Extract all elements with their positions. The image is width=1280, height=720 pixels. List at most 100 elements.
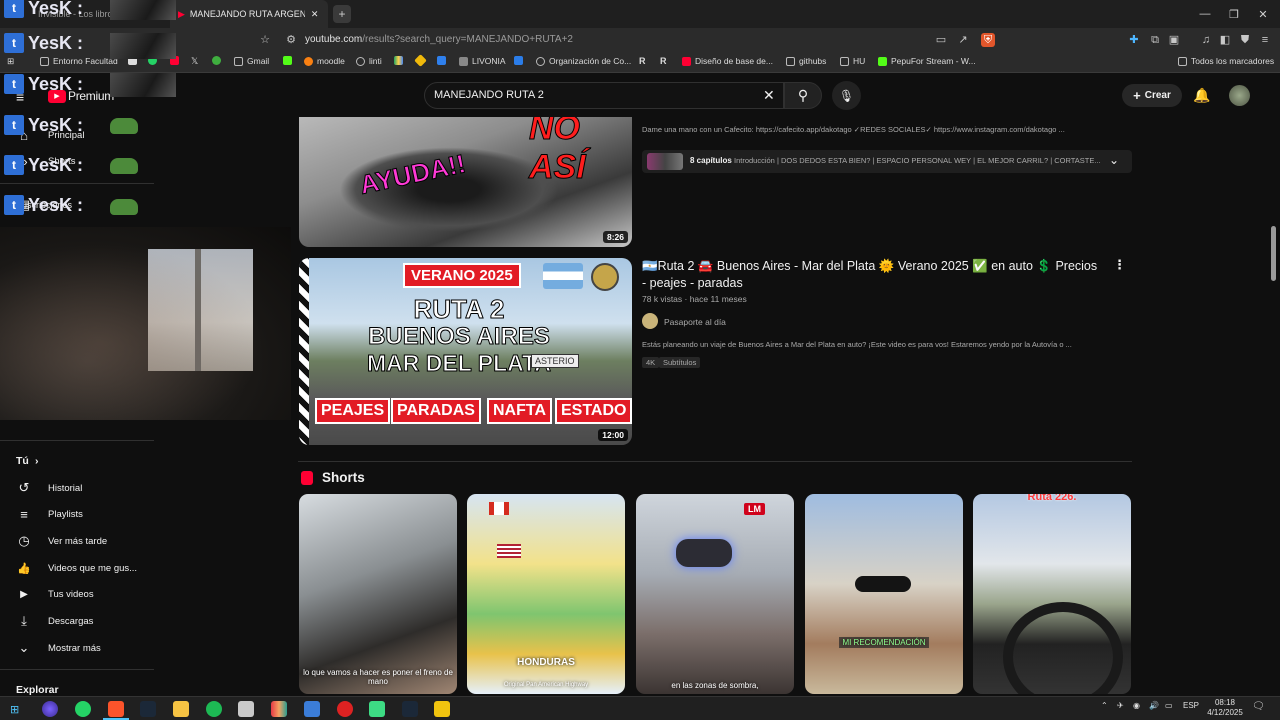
voice-search-button[interactable]: 🎙: [832, 81, 861, 110]
tray-discord-icon[interactable]: ◉: [1133, 701, 1140, 710]
sidebar-item-label: Mostrar más: [48, 642, 101, 654]
clear-search-icon[interactable]: ✕: [763, 87, 775, 104]
unity-icon[interactable]: [238, 701, 254, 717]
twitch-icon: t: [4, 155, 24, 175]
brave-shield-icon[interactable]: ⛨: [981, 33, 995, 47]
notifications-bell-icon[interactable]: 🔔: [1193, 87, 1210, 104]
tray-app-icon[interactable]: ✈: [1117, 701, 1124, 710]
bookmark-item[interactable]: Entorno Facultad: [40, 56, 118, 66]
webcam-overlay: [0, 227, 291, 420]
kick-icon: [878, 56, 887, 66]
sidebar-item-downloads[interactable]: ⤓ Descargas: [0, 608, 154, 634]
channel-name[interactable]: Pasaporte al día: [664, 317, 726, 327]
sidebar-item-watch-later[interactable]: ◷ Ver más tarde: [0, 528, 154, 554]
binance-icon[interactable]: [414, 54, 427, 67]
bookmark-icon[interactable]: ☆: [258, 33, 272, 47]
folder-icon[interactable]: [173, 701, 189, 717]
more-options-icon[interactable]: ⋮: [1113, 257, 1126, 273]
network-icon[interactable]: ▭: [1165, 701, 1173, 710]
close-window-button[interactable]: ✕: [1246, 0, 1280, 28]
r-icon[interactable]: R: [660, 56, 667, 66]
android-studio-icon[interactable]: [369, 701, 385, 717]
sidebar-item-playlists[interactable]: ≡ Playlists: [0, 501, 154, 527]
meet-icon[interactable]: [514, 56, 523, 65]
all-bookmarks[interactable]: Todos los marcadores: [1178, 56, 1274, 66]
chevron-down-icon: ⌄: [18, 640, 30, 655]
sidebar-item-your-videos[interactable]: ▶ Tus videos: [0, 581, 154, 607]
x-icon[interactable]: 𝕏: [191, 56, 198, 67]
kick-icon[interactable]: [283, 56, 292, 65]
tray-chevron-icon[interactable]: ⌃: [1101, 701, 1108, 710]
video-title[interactable]: 🇦🇷Ruta 2 🚘 Buenos Aires - Mar del Plata …: [642, 258, 1102, 292]
app-icon[interactable]: [271, 701, 287, 717]
windows-start-icon[interactable]: ⊞: [10, 703, 19, 716]
sidebar-item-show-more[interactable]: ⌄ Mostrar más: [0, 635, 154, 661]
sidebar-toggle-icon[interactable]: ◧: [1218, 33, 1232, 47]
short-card[interactable]: LM en las zonas de sombra,: [636, 494, 794, 694]
steam-icon[interactable]: [140, 701, 156, 717]
site-info-icon[interactable]: ⚙: [284, 33, 298, 47]
close-tab-icon[interactable]: ✕: [311, 9, 319, 20]
vpn-icon[interactable]: ⛊: [1238, 33, 1252, 47]
channel-avatar[interactable]: [642, 313, 658, 329]
drive-icon[interactable]: [394, 56, 403, 65]
mail-icon[interactable]: [304, 701, 320, 717]
sidebar-item-liked[interactable]: 👍 Videos que me gus...: [0, 555, 154, 581]
download-icon: ⤓: [21, 613, 27, 628]
short-card[interactable]: MI RECOMENDACIÓN: [805, 494, 963, 694]
music-icon[interactable]: ♫: [1199, 33, 1213, 47]
playlists-icon: ≡: [20, 506, 28, 522]
bookmark-item[interactable]: Gmail: [234, 56, 269, 66]
chapters-bar[interactable]: 8 capítulos Introducción | DOS DEDOS EST…: [642, 150, 1132, 173]
avatar[interactable]: [1229, 85, 1250, 106]
language-indicator[interactable]: ESP: [1183, 701, 1199, 710]
discord-icon[interactable]: [42, 701, 58, 717]
puzzle-icon[interactable]: ⧉: [1148, 33, 1162, 47]
cast-icon[interactable]: ▭: [934, 33, 948, 47]
menu-icon[interactable]: ≡: [1258, 33, 1272, 47]
trello-icon[interactable]: [437, 56, 446, 65]
bookmark-item[interactable]: LIVONIA: [459, 56, 506, 66]
short-card[interactable]: HONDURAS Original Pan American Highway: [467, 494, 625, 694]
sidebar-item-history[interactable]: ↺ Historial: [0, 475, 154, 501]
short-card[interactable]: lo que vamos a hacer es poner el freno d…: [299, 494, 457, 694]
bookmark-item[interactable]: Diseño de base de...: [682, 56, 773, 66]
tab-search-icon[interactable]: ▣: [1167, 33, 1181, 47]
app-icon[interactable]: [337, 701, 353, 717]
apps-grid-icon[interactable]: ⊞: [7, 56, 14, 67]
url-field[interactable]: youtube.com/results?search_query=MANEJAN…: [305, 34, 573, 45]
figma-icon[interactable]: R: [639, 56, 646, 66]
steam-icon[interactable]: [402, 701, 418, 717]
sidebar-you-header[interactable]: Tú ›: [0, 448, 154, 474]
pepe-emote-icon: [110, 118, 138, 134]
bookmark-label: Todos los marcadores: [1191, 56, 1275, 66]
moodle-icon: [304, 56, 313, 66]
clock[interactable]: 08:18 4/12/2025: [1205, 698, 1245, 718]
share-icon[interactable]: ↗: [956, 33, 970, 47]
green-app-icon[interactable]: [212, 56, 221, 65]
notification-center-icon[interactable]: 🗨: [1252, 701, 1265, 712]
whatsapp-icon[interactable]: [75, 701, 91, 717]
bookmark-item[interactable]: linti: [356, 56, 382, 66]
page-scrollbar[interactable]: [1271, 226, 1276, 281]
video-thumbnail[interactable]: VERANO 2025 RUTA 2 BUENOS AIRES MAR DEL …: [299, 258, 632, 445]
search-button[interactable]: ⚲: [784, 82, 822, 109]
extension-icon[interactable]: ✚: [1127, 33, 1141, 47]
browser-tab-active[interactable]: ▶ MANEJANDO RUTA ARGENTINA ✕: [170, 0, 328, 28]
new-tab-button[interactable]: +: [333, 5, 351, 23]
video-thumbnail[interactable]: NO ASÍ AYUDA!! 8:26: [299, 117, 632, 247]
short-caption: en las zonas de sombra,: [671, 681, 759, 690]
spotify-icon[interactable]: [206, 701, 222, 717]
app-icon[interactable]: [434, 701, 450, 717]
chevron-down-icon[interactable]: ⌄: [1109, 153, 1119, 167]
canada-flag-icon: [489, 502, 509, 515]
bookmark-item[interactable]: HU: [840, 56, 865, 66]
brave-icon[interactable]: [108, 701, 124, 717]
bookmark-item[interactable]: githubs: [786, 56, 826, 66]
bookmark-item[interactable]: moodle: [304, 56, 345, 66]
bookmark-item[interactable]: PepuFor Stream - W...: [878, 56, 976, 66]
create-button[interactable]: + Crear: [1122, 84, 1182, 107]
short-card[interactable]: Ruta 226.: [973, 494, 1131, 694]
bookmark-item[interactable]: Organización de Co...: [536, 56, 631, 66]
volume-icon[interactable]: 🔊: [1149, 701, 1159, 710]
